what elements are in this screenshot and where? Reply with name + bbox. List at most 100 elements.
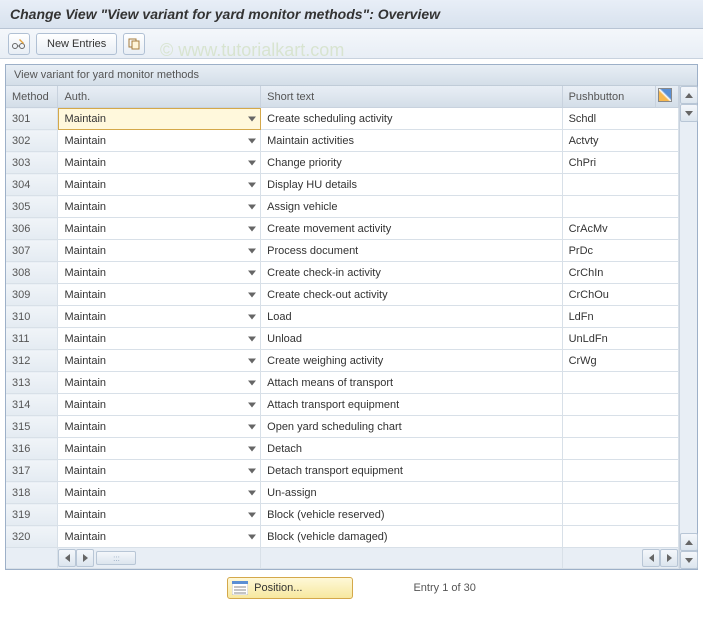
short-text-cell[interactable]: Load <box>261 306 562 328</box>
pushbutton-cell[interactable] <box>562 372 678 394</box>
method-cell[interactable]: 318 <box>6 482 58 504</box>
method-cell[interactable]: 301 <box>6 108 58 130</box>
pushbutton-cell[interactable] <box>562 438 678 460</box>
header-short-text[interactable]: Short text <box>261 86 562 108</box>
short-text-cell[interactable]: Un-assign <box>261 482 562 504</box>
auth-dropdown[interactable]: Maintain <box>58 526 261 548</box>
table-row[interactable]: 303MaintainChange priorityChPri <box>6 152 679 174</box>
short-text-cell[interactable]: Open yard scheduling chart <box>261 416 562 438</box>
pushbutton-cell[interactable] <box>562 196 678 218</box>
vertical-scrollbar[interactable] <box>679 86 697 569</box>
method-cell[interactable]: 320 <box>6 526 58 548</box>
pushbutton-cell[interactable]: CrAcMv <box>562 218 678 240</box>
pushbutton-cell[interactable] <box>562 504 678 526</box>
method-cell[interactable]: 309 <box>6 284 58 306</box>
hscroll-left-button-2[interactable] <box>642 549 660 567</box>
table-row[interactable]: 319MaintainBlock (vehicle reserved) <box>6 504 679 526</box>
table-row[interactable]: 302MaintainMaintain activitiesActvty <box>6 130 679 152</box>
copy-button[interactable] <box>123 33 145 55</box>
pushbutton-cell[interactable]: Actvty <box>562 130 678 152</box>
table-row[interactable]: 305MaintainAssign vehicle <box>6 196 679 218</box>
method-cell[interactable]: 313 <box>6 372 58 394</box>
pushbutton-cell[interactable] <box>562 460 678 482</box>
pushbutton-cell[interactable]: CrWg <box>562 350 678 372</box>
auth-dropdown[interactable]: Maintain <box>58 130 261 152</box>
hscroll-right-button[interactable] <box>76 549 94 567</box>
short-text-cell[interactable]: Assign vehicle <box>261 196 562 218</box>
toggle-change-mode-button[interactable] <box>8 33 30 55</box>
short-text-cell[interactable]: Create movement activity <box>261 218 562 240</box>
short-text-cell[interactable]: Block (vehicle reserved) <box>261 504 562 526</box>
short-text-cell[interactable]: Create check-out activity <box>261 284 562 306</box>
auth-dropdown[interactable]: Maintain <box>58 218 261 240</box>
auth-dropdown[interactable]: Maintain <box>58 284 261 306</box>
short-text-cell[interactable]: Create scheduling activity <box>261 108 562 130</box>
table-row[interactable]: 315MaintainOpen yard scheduling chart <box>6 416 679 438</box>
header-settings[interactable] <box>656 86 679 108</box>
vscroll-up-button-2[interactable] <box>680 533 698 551</box>
table-row[interactable]: 307MaintainProcess documentPrDc <box>6 240 679 262</box>
short-text-cell[interactable]: Attach means of transport <box>261 372 562 394</box>
method-cell[interactable]: 312 <box>6 350 58 372</box>
method-cell[interactable]: 314 <box>6 394 58 416</box>
auth-dropdown[interactable]: Maintain <box>58 240 261 262</box>
header-method[interactable]: Method <box>6 86 58 108</box>
hscroll-push[interactable] <box>563 548 678 568</box>
header-pushbutton[interactable]: Pushbutton <box>562 86 656 108</box>
short-text-cell[interactable]: Block (vehicle damaged) <box>261 526 562 548</box>
pushbutton-cell[interactable]: CrChOu <box>562 284 678 306</box>
table-row[interactable]: 317MaintainDetach transport equipment <box>6 460 679 482</box>
pushbutton-cell[interactable]: LdFn <box>562 306 678 328</box>
pushbutton-cell[interactable]: CrChIn <box>562 262 678 284</box>
table-row[interactable]: 311MaintainUnloadUnLdFn <box>6 328 679 350</box>
table-row[interactable]: 313MaintainAttach means of transport <box>6 372 679 394</box>
hscroll-thumb[interactable]: ::: <box>96 551 136 565</box>
hscroll-left-button[interactable] <box>58 549 76 567</box>
pushbutton-cell[interactable] <box>562 526 678 548</box>
new-entries-button[interactable]: New Entries <box>36 33 117 55</box>
header-auth[interactable]: Auth. <box>58 86 261 108</box>
short-text-cell[interactable]: Maintain activities <box>261 130 562 152</box>
method-cell[interactable]: 317 <box>6 460 58 482</box>
pushbutton-cell[interactable] <box>562 394 678 416</box>
auth-dropdown[interactable]: Maintain <box>58 152 261 174</box>
short-text-cell[interactable]: Process document <box>261 240 562 262</box>
auth-dropdown[interactable]: Maintain <box>58 350 261 372</box>
method-cell[interactable]: 310 <box>6 306 58 328</box>
pushbutton-cell[interactable] <box>562 482 678 504</box>
auth-dropdown[interactable]: Maintain <box>58 306 261 328</box>
table-row[interactable]: 318MaintainUn-assign <box>6 482 679 504</box>
table-row[interactable]: 308MaintainCreate check-in activityCrChI… <box>6 262 679 284</box>
hscroll-auth[interactable]: ::: <box>58 548 260 568</box>
auth-dropdown[interactable]: Maintain <box>58 174 261 196</box>
short-text-cell[interactable]: Create check-in activity <box>261 262 562 284</box>
short-text-cell[interactable]: Attach transport equipment <box>261 394 562 416</box>
hscroll-track[interactable]: ::: <box>94 549 260 567</box>
method-cell[interactable]: 319 <box>6 504 58 526</box>
auth-dropdown[interactable]: Maintain <box>58 416 261 438</box>
table-row[interactable]: 316MaintainDetach <box>6 438 679 460</box>
method-cell[interactable]: 307 <box>6 240 58 262</box>
method-cell[interactable]: 303 <box>6 152 58 174</box>
auth-dropdown[interactable]: Maintain <box>58 196 261 218</box>
method-cell[interactable]: 308 <box>6 262 58 284</box>
pushbutton-cell[interactable] <box>562 416 678 438</box>
method-cell[interactable]: 311 <box>6 328 58 350</box>
auth-dropdown[interactable]: Maintain <box>58 482 261 504</box>
auth-dropdown[interactable]: Maintain <box>58 328 261 350</box>
auth-dropdown[interactable]: Maintain <box>58 460 261 482</box>
auth-dropdown[interactable]: Maintain <box>58 108 261 130</box>
vscroll-down-button[interactable] <box>680 104 698 122</box>
method-cell[interactable]: 315 <box>6 416 58 438</box>
auth-dropdown[interactable]: Maintain <box>58 262 261 284</box>
short-text-cell[interactable]: Detach transport equipment <box>261 460 562 482</box>
method-cell[interactable]: 304 <box>6 174 58 196</box>
auth-dropdown[interactable]: Maintain <box>58 372 261 394</box>
short-text-cell[interactable]: Unload <box>261 328 562 350</box>
short-text-cell[interactable]: Display HU details <box>261 174 562 196</box>
table-row[interactable]: 304MaintainDisplay HU details <box>6 174 679 196</box>
method-cell[interactable]: 316 <box>6 438 58 460</box>
short-text-cell[interactable]: Create weighing activity <box>261 350 562 372</box>
table-row[interactable]: 309MaintainCreate check-out activityCrCh… <box>6 284 679 306</box>
vscroll-up-button[interactable] <box>680 86 698 104</box>
